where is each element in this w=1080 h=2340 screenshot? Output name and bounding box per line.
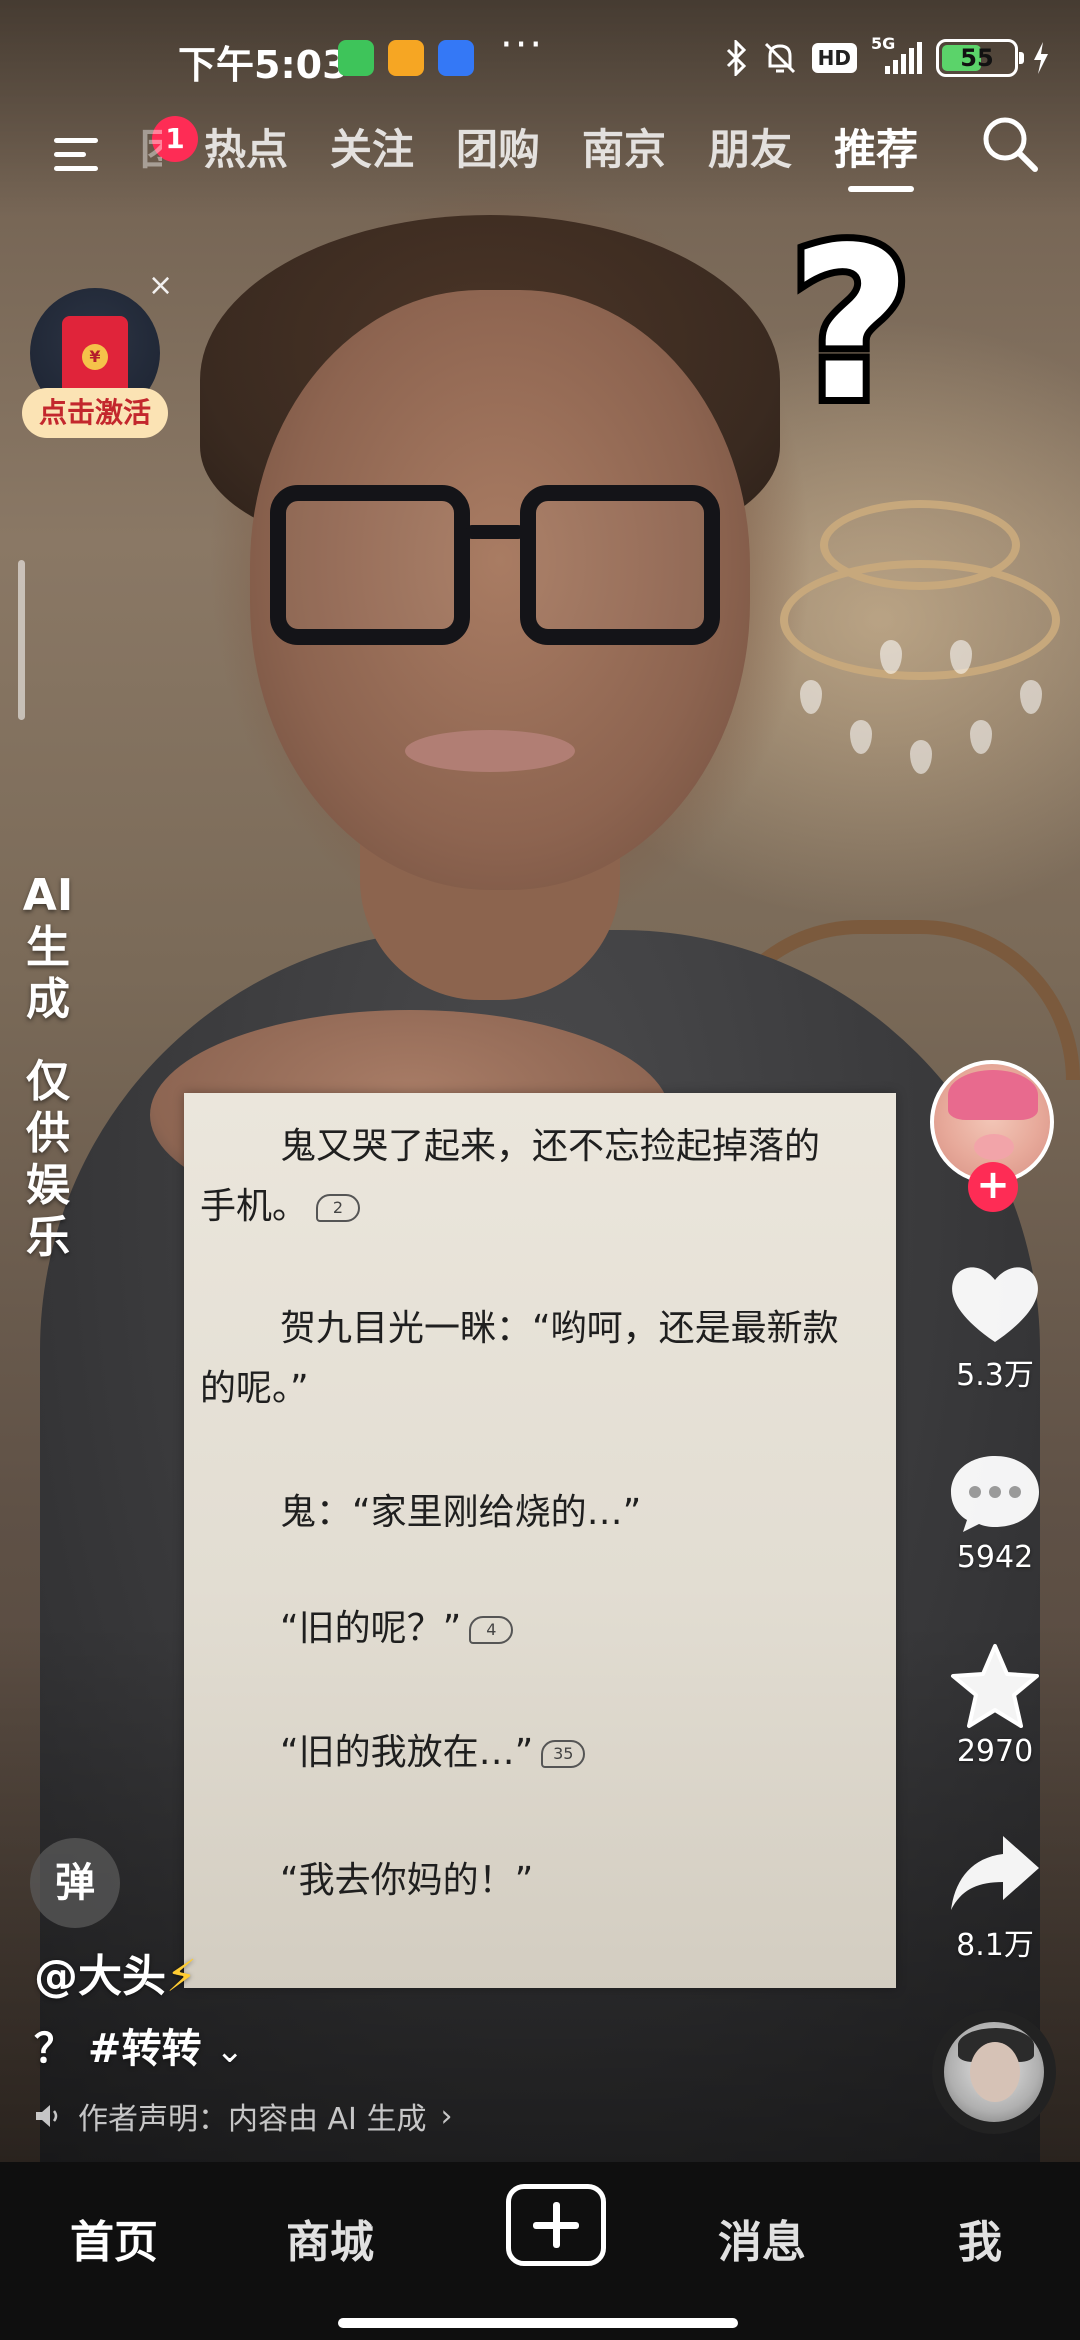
author-handle[interactable]: @大头 [34, 1951, 166, 2002]
bluetooth-icon [726, 40, 746, 76]
tab-partial[interactable]: 团 [140, 116, 162, 177]
close-icon[interactable]: × [148, 268, 173, 303]
bottom-navigation: 首页 商城 消息 我 [0, 2162, 1080, 2340]
like-count: 5.3万 [956, 1358, 1034, 1393]
ai-label-char: 生 [26, 922, 70, 973]
ai-label-char: 仅 [26, 1056, 70, 1107]
nav-messages[interactable]: 消息 [718, 2206, 806, 2270]
author-name[interactable]: @大头⚡ [34, 1940, 197, 2004]
text-line: “旧的我放在…” 35 [280, 1723, 586, 1775]
ai-label-char: AI [22, 870, 74, 921]
share-icon [951, 1836, 1039, 1910]
search-icon[interactable] [980, 114, 1040, 174]
like-button[interactable]: 5.3万 [920, 1260, 1070, 1394]
author-declaration[interactable]: 作者声明：内容由 AI 生成 › [34, 2094, 452, 2138]
status-time: 下午5:03 [178, 43, 349, 87]
chevron-right-icon: › [440, 2098, 453, 2134]
novel-text-card: 鬼又哭了起来，还不忘捡起掉落的 手机。 2 贺九目光一眯：“哟呵，还是最新款 的呢… [184, 1093, 896, 1988]
favorite-button[interactable]: 2970 [920, 1642, 1070, 1769]
follow-button[interactable]: + [968, 1162, 1018, 1212]
home-indicator[interactable] [338, 2318, 738, 2328]
nav-me[interactable]: 我 [958, 2206, 1002, 2270]
battery-level: 55 [960, 44, 994, 72]
text-line: 贺九目光一眯：“哟呵，还是最新款 [280, 1308, 839, 1349]
paragraph-comment-bubble[interactable]: 4 [469, 1616, 514, 1644]
text-line: 鬼：“家里刚给烧的…” [280, 1492, 642, 1533]
paragraph-comment-bubble[interactable]: 2 [316, 1194, 361, 1222]
music-disc[interactable] [932, 2010, 1056, 2134]
comment-count: 5942 [956, 1540, 1034, 1575]
ai-generated-label: AI 生 成 仅 供 娱 乐 [18, 870, 78, 1264]
battery-icon: 55 [936, 39, 1024, 77]
question-mark-sticker: ? [783, 202, 919, 447]
network-type: 5G [871, 34, 896, 53]
tab-following[interactable]: 关注 [330, 116, 414, 177]
lightning-icon: ⚡ [166, 1951, 197, 2002]
tab-nanjing[interactable]: 南京 [582, 116, 666, 177]
status-bar: 下午5:03 ··· HD 5G 55 [0, 0, 1080, 110]
tab-friends[interactable]: 朋友 [708, 116, 792, 177]
menu-icon[interactable]: 1 [54, 116, 198, 178]
chevron-down-icon[interactable]: ⌄ [215, 2031, 244, 2071]
speaker-icon [36, 2105, 58, 2127]
charging-icon [1034, 42, 1048, 74]
description-text: ？ #转转 [34, 2026, 202, 2072]
create-plus-icon[interactable] [506, 2184, 606, 2266]
paragraph-comment-bubble[interactable]: 35 [541, 1740, 586, 1768]
share-count: 8.1万 [956, 1928, 1034, 1963]
ai-label-char: 乐 [26, 1212, 70, 1263]
danmu-toggle-button[interactable]: 弹 [30, 1838, 120, 1928]
text-line: 的呢。” [200, 1368, 309, 1409]
red-packet-label[interactable]: 点击激活 [22, 388, 168, 438]
text-line: “旧的呢？” 4 [280, 1599, 514, 1651]
cloud-app-icon [438, 40, 474, 76]
feed-tabs: 团 热点 关注 团购 南京 朋友 推荐 [140, 116, 918, 177]
text-line: “我去你妈的！” [280, 1860, 534, 1901]
favorite-count: 2970 [956, 1734, 1034, 1769]
tab-hot[interactable]: 热点 [204, 116, 288, 177]
nav-home[interactable]: 首页 [70, 2206, 158, 2270]
share-button[interactable]: 8.1万 [920, 1830, 1070, 1964]
declaration-text: 作者声明：内容由 AI 生成 [78, 2102, 427, 2137]
heart-icon [952, 1267, 1038, 1342]
red-packet-widget[interactable]: ¥ 点击激活 [22, 288, 172, 448]
status-indicators: HD 5G 55 [724, 34, 1050, 78]
comment-icon [951, 1456, 1039, 1532]
mute-icon [764, 42, 795, 74]
ai-label-char: 娱 [26, 1160, 70, 1211]
signal-icon: 5G [871, 34, 922, 74]
ai-label-char: 供 [26, 1108, 70, 1159]
tab-recommend[interactable]: 推荐 [834, 116, 918, 177]
text-line: 手机。 2 [200, 1177, 361, 1229]
58-app-icon [388, 40, 424, 76]
active-tab-indicator [848, 186, 914, 192]
text-line: 鬼又哭了起来，还不忘捡起掉落的 [280, 1126, 821, 1167]
scroll-indicator [18, 560, 25, 720]
more-notifications-icon: ··· [500, 22, 545, 68]
star-icon [951, 1644, 1039, 1728]
top-navigation: 1 团 热点 关注 团购 南京 朋友 推荐 [0, 110, 1080, 210]
video-description[interactable]: ？ #转转 ⌄ [34, 2016, 244, 2074]
nav-mall[interactable]: 商城 [286, 2206, 374, 2270]
wechat-app-icon [338, 40, 374, 76]
hd-badge: HD [811, 43, 857, 73]
tab-group-buy[interactable]: 团购 [456, 116, 540, 177]
ai-label-char: 成 [26, 974, 70, 1025]
comment-button[interactable]: 5942 [920, 1450, 1070, 1575]
